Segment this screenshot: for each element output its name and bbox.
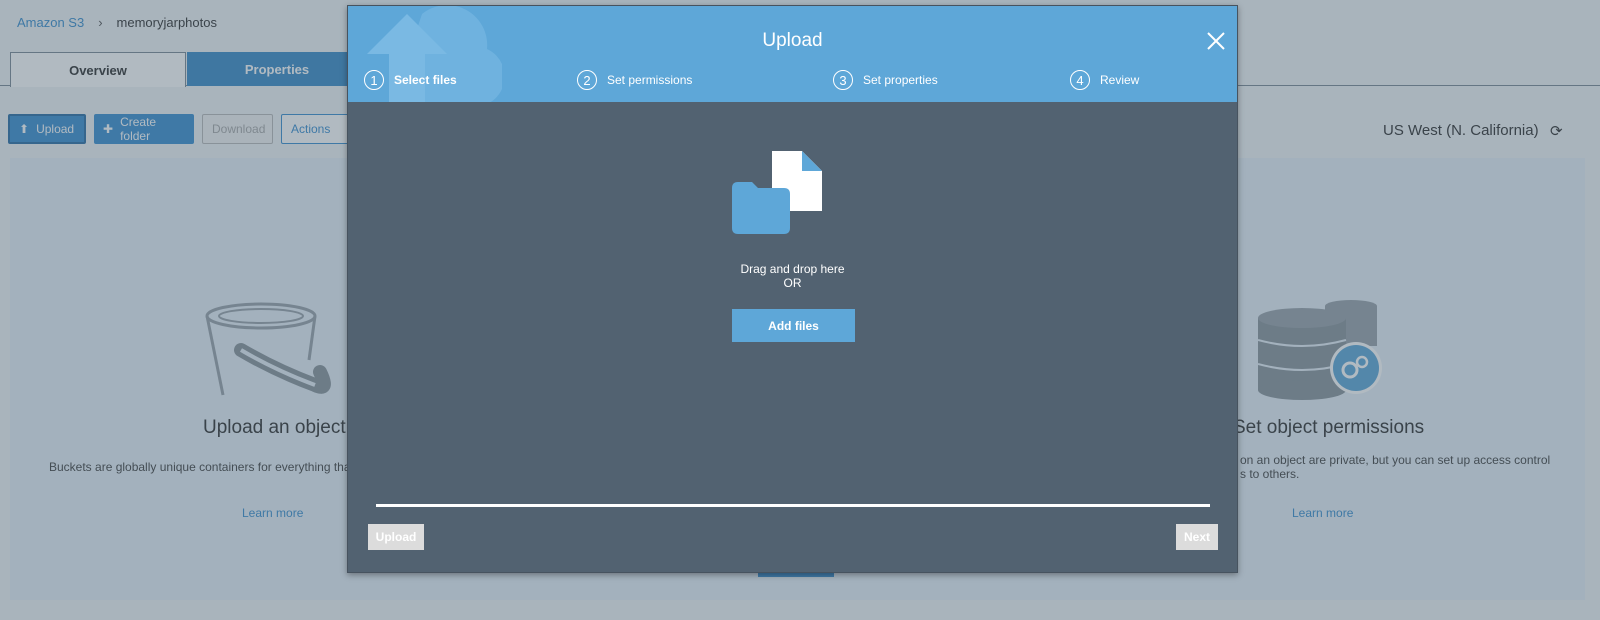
step-label: Set permissions	[607, 73, 693, 87]
step-number: 4	[1070, 70, 1090, 90]
step-set-permissions: 2 Set permissions	[577, 70, 692, 90]
step-label: Select files	[394, 73, 457, 87]
step-set-properties: 3 Set properties	[833, 70, 938, 90]
folder-file-icon	[732, 151, 822, 234]
next-button[interactable]: Next	[1176, 524, 1218, 550]
step-select-files: 1 Select files	[364, 70, 457, 90]
upload-dialog-title: Upload	[762, 30, 823, 51]
drag-drop-text: Drag and drop here	[740, 262, 845, 276]
modal-upload-button[interactable]: Upload	[368, 524, 424, 550]
upload-dialog-header: Upload 1 Select files 2 Set permissions …	[348, 6, 1237, 102]
step-number: 2	[577, 70, 597, 90]
step-number: 3	[833, 70, 853, 90]
upload-dialog: Upload 1 Select files 2 Set permissions …	[347, 5, 1238, 573]
close-icon[interactable]	[1205, 30, 1227, 52]
add-files-button[interactable]: Add files	[732, 309, 855, 342]
or-text: OR	[783, 276, 802, 290]
step-label: Review	[1100, 73, 1140, 87]
step-number: 1	[364, 70, 384, 90]
step-label: Set properties	[863, 73, 938, 87]
step-review: 4 Review	[1070, 70, 1139, 90]
upload-progress-divider	[376, 504, 1210, 507]
